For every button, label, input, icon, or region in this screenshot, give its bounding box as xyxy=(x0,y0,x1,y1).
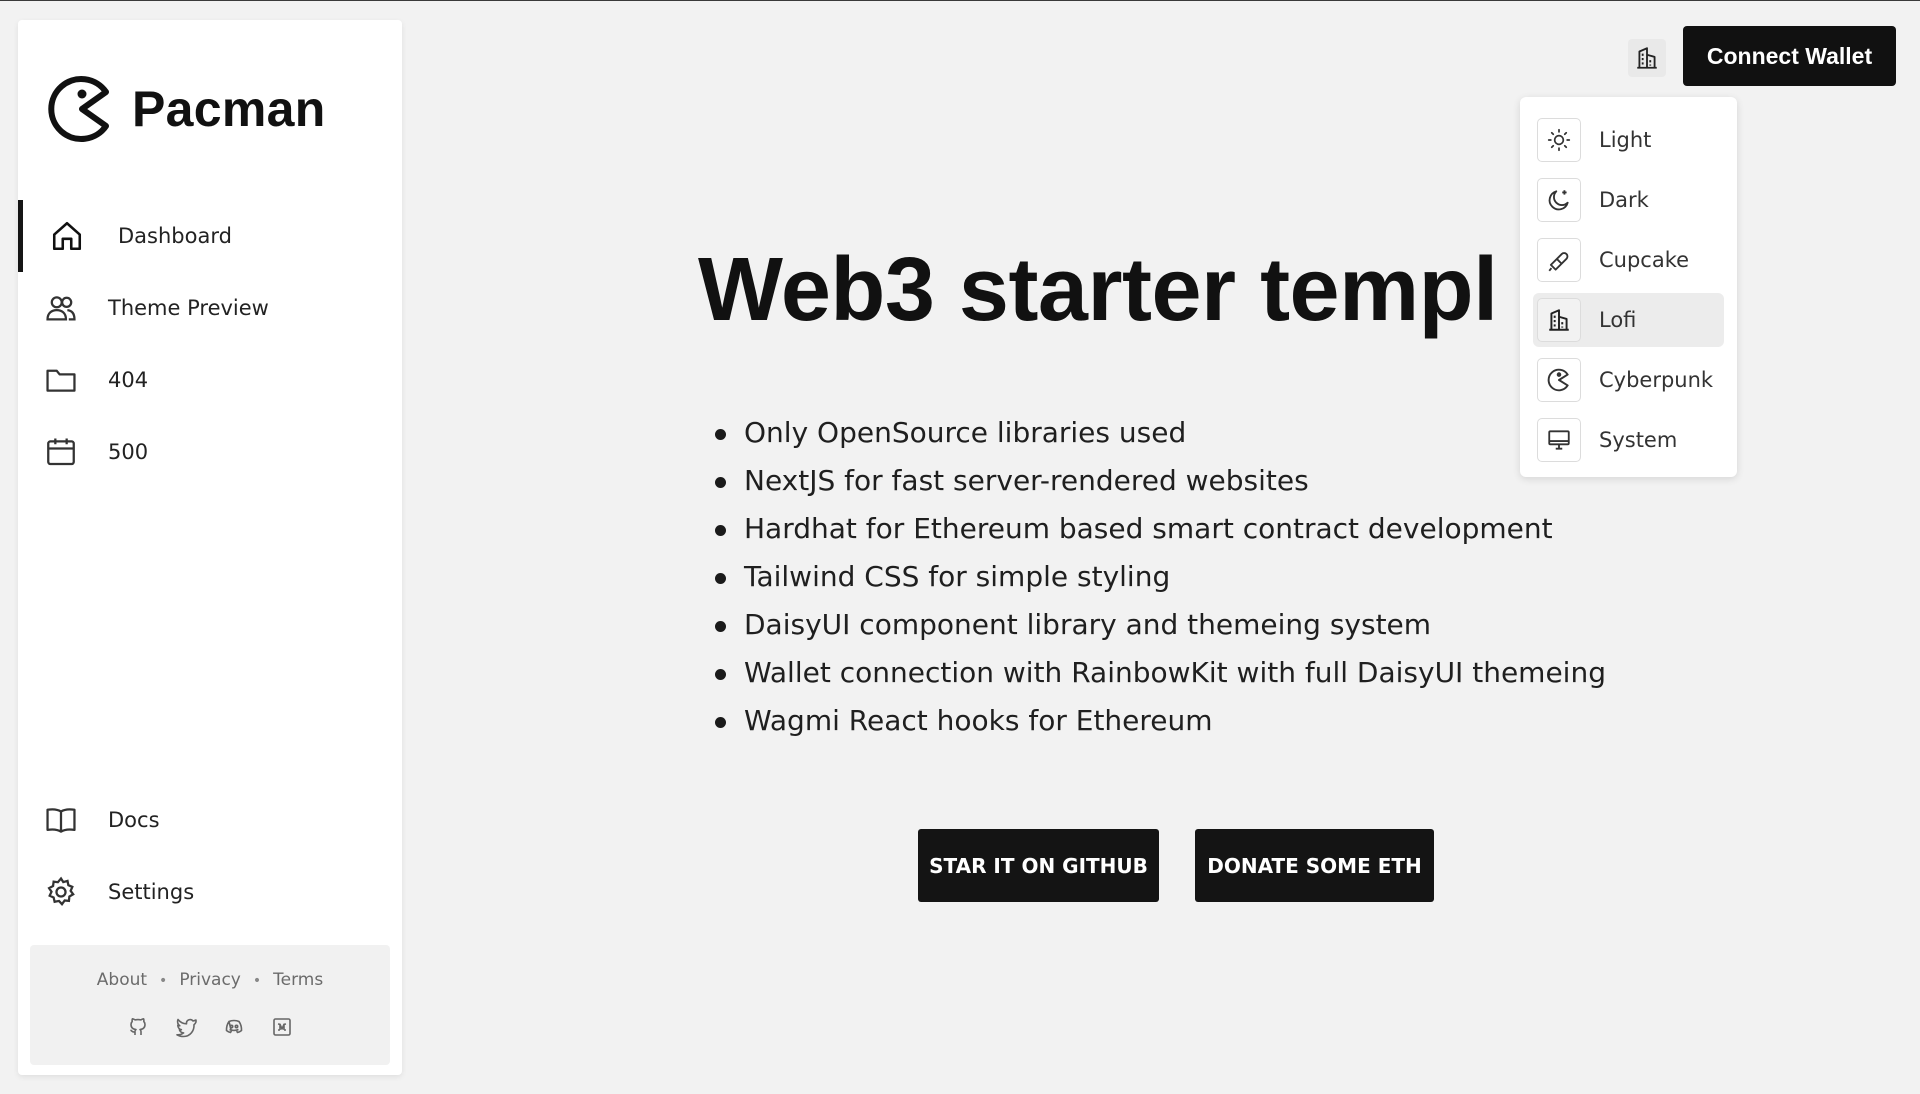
theme-option-cupcake[interactable]: Cupcake xyxy=(1533,233,1724,287)
sidebar-footer: About • Privacy • Terms xyxy=(30,945,390,1065)
footer-social-icons xyxy=(30,1015,390,1039)
building-icon xyxy=(1537,298,1581,342)
donate-eth-button[interactable]: DONATE SOME ETH xyxy=(1195,829,1434,902)
sidebar-item-500[interactable]: 500 xyxy=(18,416,402,488)
sidebar-item-label: Theme Preview xyxy=(108,296,269,320)
list-item: Tailwind CSS for simple styling xyxy=(715,553,1606,601)
theme-option-cyberpunk[interactable]: Cyberpunk xyxy=(1533,353,1724,407)
pacman-icon xyxy=(1537,358,1581,402)
page-title: Web3 starter templ xyxy=(698,240,1498,340)
cupcake-icon xyxy=(1537,238,1581,282)
sidebar-item-label: Docs xyxy=(108,808,160,832)
footer-link-privacy[interactable]: Privacy xyxy=(179,970,241,992)
folder-icon xyxy=(44,363,78,397)
theme-option-label: Dark xyxy=(1599,188,1649,212)
theme-option-lofi[interactable]: Lofi xyxy=(1533,293,1724,347)
twitter-icon[interactable] xyxy=(174,1015,198,1039)
sidebar-item-label: 404 xyxy=(108,368,149,392)
sun-icon xyxy=(1537,118,1581,162)
brand[interactable]: Pacman xyxy=(48,72,326,146)
theme-toggle-button[interactable] xyxy=(1628,39,1666,77)
sidebar-item-label: Settings xyxy=(108,880,195,904)
sidebar-item-docs[interactable]: Docs xyxy=(18,784,402,856)
theme-option-label: Lofi xyxy=(1599,308,1637,332)
footer-link-terms[interactable]: Terms xyxy=(273,970,323,992)
list-item: Wallet connection with RainbowKit with f… xyxy=(715,649,1606,697)
footer-link-about[interactable]: About xyxy=(97,970,147,992)
sidebar-nav: Dashboard Theme Preview 404 500 xyxy=(18,200,402,488)
monitor-icon xyxy=(1537,418,1581,462)
moon-icon xyxy=(1537,178,1581,222)
theme-option-label: Cupcake xyxy=(1599,248,1690,272)
calendar-icon xyxy=(44,435,78,469)
sidebar-item-theme-preview[interactable]: Theme Preview xyxy=(18,272,402,344)
list-item: Wagmi React hooks for Ethereum xyxy=(715,697,1606,745)
discord-icon[interactable] xyxy=(222,1015,246,1039)
sidebar-item-404[interactable]: 404 xyxy=(18,344,402,416)
sidebar-item-dashboard[interactable]: Dashboard xyxy=(18,200,402,272)
theme-option-light[interactable]: Light xyxy=(1533,113,1724,167)
theme-option-label: Light xyxy=(1599,128,1652,152)
list-item: Hardhat for Ethereum based smart contrac… xyxy=(715,505,1606,553)
connect-wallet-button[interactable]: Connect Wallet xyxy=(1683,26,1896,86)
footer-separator: • xyxy=(159,973,168,989)
sidebar-item-label: 500 xyxy=(108,440,149,464)
footer-links: About • Privacy • Terms xyxy=(30,970,390,992)
github-icon[interactable] xyxy=(126,1015,150,1039)
pacman-logo-icon xyxy=(48,72,116,146)
theme-option-label: Cyberpunk xyxy=(1599,368,1714,392)
theme-option-dark[interactable]: Dark xyxy=(1533,173,1724,227)
feature-list: Only OpenSource libraries used NextJS fo… xyxy=(715,409,1606,745)
medium-icon[interactable] xyxy=(270,1015,294,1039)
brand-name: Pacman xyxy=(132,81,326,137)
book-icon xyxy=(44,803,78,837)
theme-option-system[interactable]: System xyxy=(1533,413,1724,467)
sidebar: Pacman Dashboard Theme Preview 404 500 D… xyxy=(18,20,402,1075)
footer-separator: • xyxy=(252,973,262,989)
list-item: DaisyUI component library and themeing s… xyxy=(715,601,1606,649)
list-item: Only OpenSource libraries used xyxy=(715,409,1606,457)
theme-option-label: System xyxy=(1599,428,1678,452)
sidebar-bottom-nav: Docs Settings xyxy=(18,784,402,928)
star-on-github-button[interactable]: STAR IT ON GITHUB xyxy=(918,829,1159,902)
theme-dropdown: Light Dark Cupcake Lofi Cyberpunk System xyxy=(1520,97,1737,477)
gear-icon xyxy=(44,875,78,909)
sidebar-item-settings[interactable]: Settings xyxy=(18,856,402,928)
sidebar-item-label: Dashboard xyxy=(118,224,232,248)
users-icon xyxy=(44,291,78,325)
building-icon xyxy=(1634,45,1660,71)
list-item: NextJS for fast server-rendered websites xyxy=(715,457,1606,505)
home-icon xyxy=(50,219,84,253)
